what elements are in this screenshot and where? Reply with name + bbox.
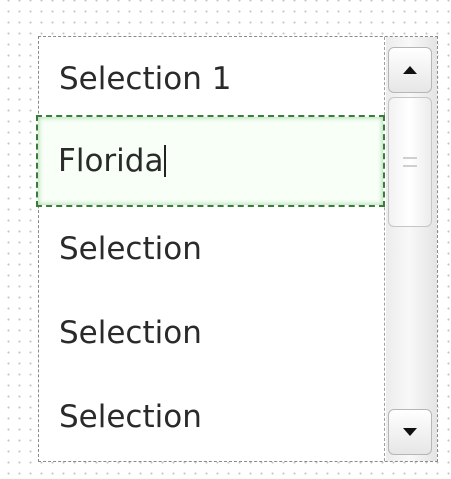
list-item-label: Selection xyxy=(59,399,202,435)
vertical-scrollbar[interactable] xyxy=(386,37,437,461)
list-items: Selection 1 Selection Selection Selectio… xyxy=(36,37,385,461)
list-item[interactable]: Selection 1 xyxy=(39,37,384,121)
list-item[interactable]: Selection xyxy=(39,291,384,375)
arrow-up-icon xyxy=(403,66,417,74)
list-item-edit-field[interactable]: Florida xyxy=(36,115,385,207)
scroll-up-button[interactable] xyxy=(388,47,432,93)
list-item-edit-value: Florida xyxy=(58,143,164,179)
scroll-down-button[interactable] xyxy=(388,409,432,455)
list-item[interactable]: Selection xyxy=(39,207,384,291)
list-item-label: Selection xyxy=(59,315,202,351)
list-item-label: Selection xyxy=(59,231,202,267)
scrollbar-thumb[interactable] xyxy=(388,97,432,227)
arrow-down-icon xyxy=(403,428,417,436)
list-box[interactable]: Selection 1 Selection Selection Selectio… xyxy=(36,36,438,462)
list-item-label: Selection 1 xyxy=(59,61,232,97)
grip-icon xyxy=(403,157,417,167)
text-caret xyxy=(164,145,167,177)
list-item[interactable]: Selection xyxy=(39,375,384,459)
